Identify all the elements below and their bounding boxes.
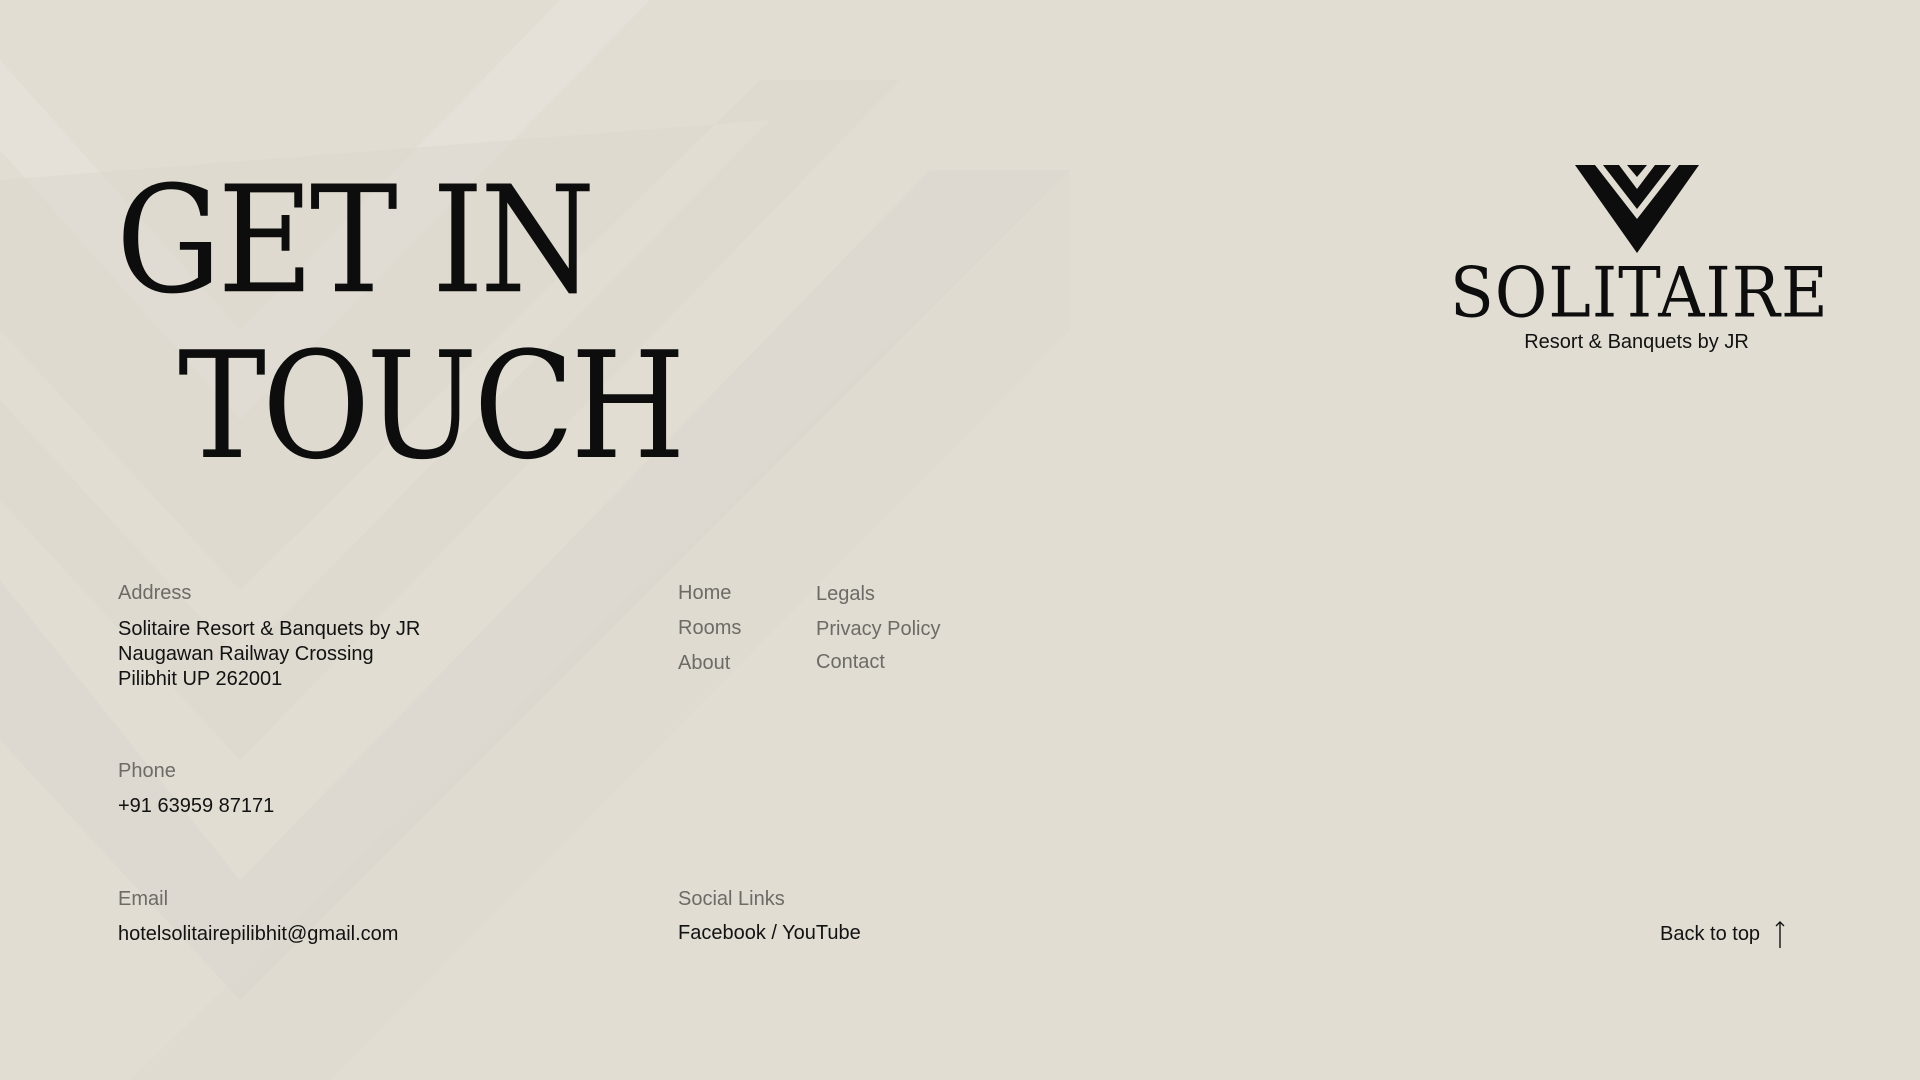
back-to-top-label: Back to top [1660,922,1761,945]
hero-title-line1: GET IN [116,154,595,328]
nav-link-legals[interactable]: Legals [816,583,875,606]
brand-logo[interactable]: SOLITAIRE Resort & Banquets by JR [1450,165,1829,354]
nav-link-rooms[interactable]: Rooms [678,617,741,640]
phone-label: Phone [118,760,176,782]
address-line1: Solitaire Resort & Banquets by JR [118,618,421,640]
youtube-link[interactable]: YouTube [782,922,861,944]
contact-footer-page: GET IN TOUCH SOLITAIRE Resort & Banquets… [0,0,1920,1080]
hero-title-line2: TOUCH [178,320,686,493]
chevron-diamond-icon [1574,165,1699,253]
brand-name: SOLITAIRE [1450,254,1829,334]
social-separator: / [765,922,783,944]
arrow-up-icon [1775,921,1785,948]
nav-link-about[interactable]: About [678,652,730,675]
email-label: Email [118,888,169,910]
brand-tagline: Resort & Banquets by JR [1524,331,1749,353]
hero-title: GET IN TOUCH [116,154,686,493]
address-line3: Pilibhit UP 262001 [118,668,283,690]
social-links: Facebook / YouTube [678,922,861,945]
back-to-top-button[interactable]: Back to top [1660,920,1786,948]
facebook-link[interactable]: Facebook [678,922,766,944]
address-label: Address [118,582,192,604]
social-links-label: Social Links [678,888,785,910]
address-line2: Naugawan Railway Crossing [118,643,374,665]
phone-number[interactable]: +91 63959 87171 [118,794,274,819]
email-address[interactable]: hotelsolitairepilibhit@gmail.com [118,922,398,947]
nav-link-contact[interactable]: Contact [816,651,885,674]
nav-link-home[interactable]: Home [678,582,731,605]
nav-link-privacy-policy[interactable]: Privacy Policy [816,618,940,641]
